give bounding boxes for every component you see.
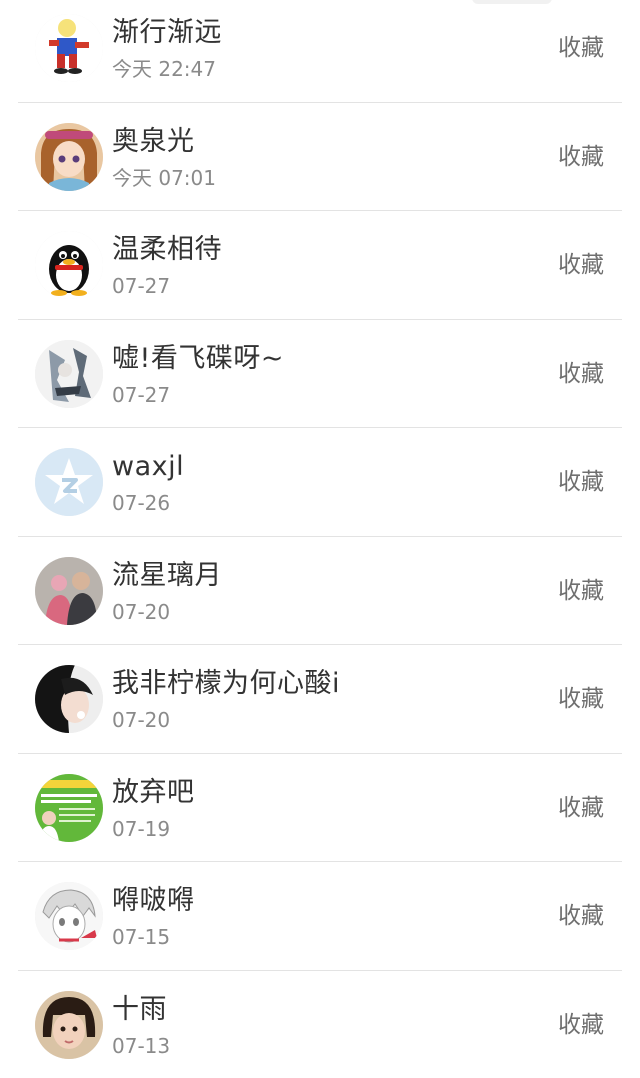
visitor-row[interactable]: 十雨 07-13 收藏: [0, 971, 640, 1078]
sketch-icon: [35, 339, 103, 408]
visitor-name: waxjl: [112, 451, 185, 482]
favorite-button[interactable]: 收藏: [558, 1010, 604, 1040]
avatar[interactable]: [35, 14, 103, 82]
avatar[interactable]: [35, 882, 103, 950]
favorite-button[interactable]: 收藏: [558, 901, 604, 931]
qzone-star-icon: [35, 448, 103, 516]
visit-time: 07-27: [112, 274, 171, 298]
visit-time: 07-19: [112, 816, 171, 841]
dark-hair-girl-icon: [35, 665, 103, 733]
avatar[interactable]: [35, 448, 103, 516]
visitor-row[interactable]: 渐行渐远 今天 22:47 收藏: [0, 0, 640, 103]
favorite-button[interactable]: 收藏: [558, 467, 604, 497]
favorite-button[interactable]: 收藏: [558, 576, 604, 606]
visit-time: 07-13: [112, 1033, 171, 1058]
visitor-row[interactable]: 奥泉光 今天 07:01 收藏: [0, 103, 640, 212]
visit-time: 今天 07:01: [112, 165, 216, 190]
visitor-row[interactable]: waxjl 07-26 收藏: [0, 428, 640, 537]
visitor-name: 嘚啵嘚: [112, 885, 195, 916]
qq-penguin-icon: [35, 231, 103, 299]
visit-time: 07-20: [112, 599, 171, 624]
visitor-row[interactable]: 流星璃月 07-20 收藏: [0, 537, 640, 646]
favorite-button[interactable]: 收藏: [558, 793, 604, 823]
visit-time: 07-26: [112, 491, 171, 515]
visitor-name: 我非柠檬为何心酸i: [112, 668, 341, 699]
visitor-name: 渐行渐远: [112, 17, 222, 48]
visitor-name: 流星璃月: [112, 559, 222, 591]
visit-time: 07-20: [112, 708, 171, 732]
visitor-name: 温柔相待: [112, 234, 222, 265]
favorite-button[interactable]: 收藏: [558, 250, 604, 280]
visitor-name: 奥泉光: [112, 125, 195, 157]
favorite-button[interactable]: 收藏: [558, 684, 604, 714]
visitor-name: 嘘!看飞碟呀~: [112, 342, 284, 374]
avatar[interactable]: [35, 122, 103, 191]
boy-figure-icon: [35, 14, 103, 82]
visitor-row[interactable]: 放弃吧 07-19 收藏: [0, 754, 640, 863]
visit-time: 07-15: [112, 925, 171, 949]
visitor-row[interactable]: 温柔相待 07-27 收藏: [0, 211, 640, 320]
visitor-row[interactable]: 嘚啵嘚 07-15 收藏: [0, 862, 640, 971]
green-poster-icon: [35, 773, 103, 842]
child-photo-icon: [35, 990, 103, 1059]
visitor-row[interactable]: 嘘!看飞碟呀~ 07-27 收藏: [0, 320, 640, 429]
avatar[interactable]: [35, 231, 103, 299]
visitor-row[interactable]: 我非柠檬为何心酸i 07-20 收藏: [0, 645, 640, 754]
photo-people-icon: [35, 556, 103, 625]
favorite-button[interactable]: 收藏: [558, 359, 604, 389]
avatar[interactable]: [35, 556, 103, 625]
avatar[interactable]: [35, 773, 103, 842]
avatar[interactable]: [35, 665, 103, 733]
visit-time: 今天 22:47: [112, 57, 216, 81]
anime-sketch-icon: [35, 882, 103, 950]
visit-time: 07-27: [112, 382, 171, 407]
avatar[interactable]: [35, 339, 103, 408]
visitor-name: 十雨: [112, 993, 167, 1025]
visitor-list-page: 渐行渐远 今天 22:47 收藏 奥泉光 今天 07:01 收藏 温柔相待 07…: [0, 0, 640, 1078]
favorite-button[interactable]: 收藏: [558, 33, 604, 63]
anime-girl-icon: [35, 122, 103, 191]
visitor-name: 放弃吧: [112, 776, 195, 808]
avatar[interactable]: [35, 990, 103, 1059]
visitor-list: 渐行渐远 今天 22:47 收藏 奥泉光 今天 07:01 收藏 温柔相待 07…: [0, 0, 640, 1078]
favorite-button[interactable]: 收藏: [558, 142, 604, 172]
